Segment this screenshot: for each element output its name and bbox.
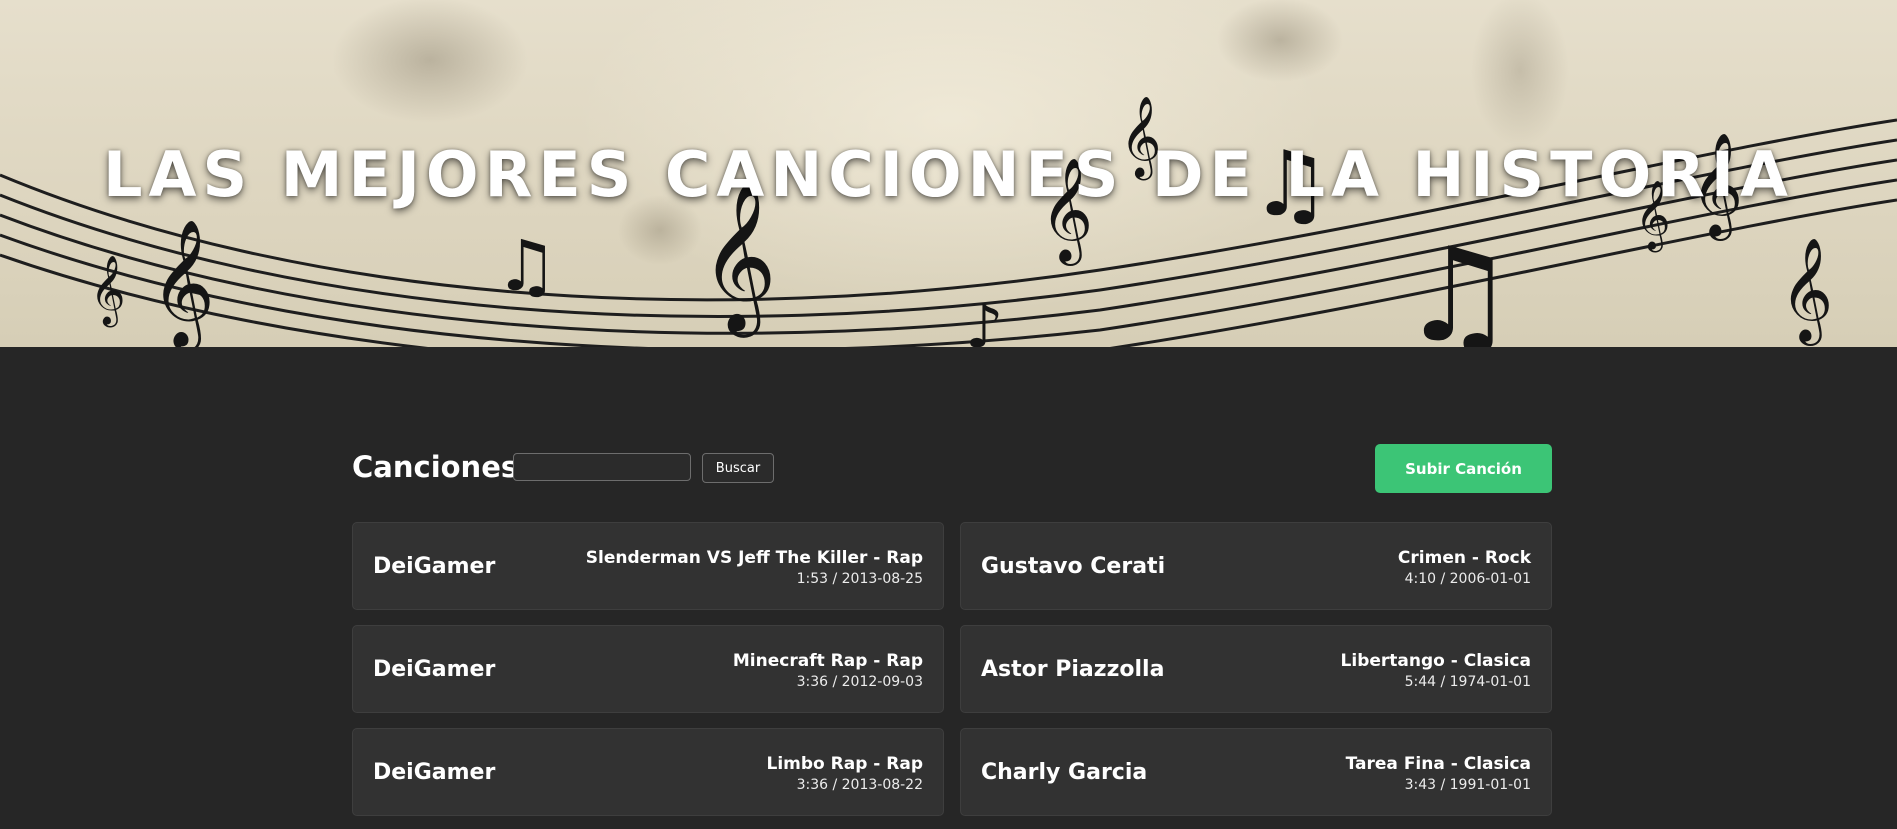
song-info: Limbo Rap - Rap 3:36 / 2013-08-22 xyxy=(767,753,924,795)
song-card[interactable]: DeiGamer Minecraft Rap - Rap 3:36 / 2012… xyxy=(352,625,944,713)
hero-title: LAS MEJORES CANCIONES DE LA HISTORIA xyxy=(103,138,1794,211)
beamed-notes-icon: ♫ xyxy=(495,225,558,307)
songs-toolbar: Canciones Buscar Subir Canción xyxy=(352,444,1552,494)
treble-clef-icon: 𝄞 xyxy=(150,218,215,347)
song-info: Minecraft Rap - Rap 3:36 / 2012-09-03 xyxy=(733,650,923,692)
song-meta: 1:53 / 2013-08-25 xyxy=(796,571,923,587)
song-meta: 5:44 / 1974-01-01 xyxy=(1404,674,1531,690)
song-meta: 3:43 / 1991-01-01 xyxy=(1404,777,1531,793)
song-info: Tarea Fina - Clasica 3:43 / 1991-01-01 xyxy=(1346,753,1531,795)
song-artist: Charly Garcia xyxy=(981,759,1148,785)
song-card[interactable]: Charly Garcia Tarea Fina - Clasica 3:43 … xyxy=(960,728,1552,816)
song-title: Slenderman VS Jeff The Killer - Rap xyxy=(585,548,923,568)
song-meta: 4:10 / 2006-01-01 xyxy=(1404,571,1531,587)
upload-song-button[interactable]: Subir Canción xyxy=(1375,444,1552,493)
song-info: Slenderman VS Jeff The Killer - Rap 1:53… xyxy=(586,547,923,589)
song-title: Minecraft Rap - Rap xyxy=(732,651,923,671)
song-title: Crimen - Rock xyxy=(1397,548,1531,568)
song-meta: 3:36 / 2012-09-03 xyxy=(796,674,923,690)
song-title: Tarea Fina - Clasica xyxy=(1345,754,1531,774)
song-card[interactable]: DeiGamer Limbo Rap - Rap 3:36 / 2013-08-… xyxy=(352,728,944,816)
treble-clef-icon: 𝄞 xyxy=(1780,237,1833,346)
treble-clef-icon: 𝄞 xyxy=(90,255,125,327)
song-artist: DeiGamer xyxy=(373,656,496,682)
songs-section: Canciones Buscar Subir Canción DeiGamer … xyxy=(352,444,1552,816)
eighth-note-icon: ♪ xyxy=(965,292,1003,347)
beamed-notes-icon: ♫ xyxy=(1400,219,1517,347)
song-artist: DeiGamer xyxy=(373,759,496,785)
search-button[interactable]: Buscar xyxy=(702,453,774,483)
song-info: Crimen - Rock 4:10 / 2006-01-01 xyxy=(1398,547,1531,589)
hero-banner: 𝄞 𝄞 𝄞 𝄞 𝄞 𝄞 𝄞 𝄞 ♫ ♫ ♫ ♪ LAS MEJORES CANC… xyxy=(0,0,1897,347)
song-artist: Gustavo Cerati xyxy=(981,553,1166,579)
page-title: Canciones xyxy=(352,450,519,484)
song-card[interactable]: Gustavo Cerati Crimen - Rock 4:10 / 2006… xyxy=(960,522,1552,610)
song-title: Limbo Rap - Rap xyxy=(766,754,924,774)
song-meta: 3:36 / 2013-08-22 xyxy=(796,777,923,793)
song-artist: DeiGamer xyxy=(373,553,496,579)
song-card[interactable]: Astor Piazzolla Libertango - Clasica 5:4… xyxy=(960,625,1552,713)
search-input[interactable] xyxy=(513,453,691,481)
song-info: Libertango - Clasica 5:44 / 1974-01-01 xyxy=(1341,650,1531,692)
song-artist: Astor Piazzolla xyxy=(981,656,1165,682)
song-card[interactable]: DeiGamer Slenderman VS Jeff The Killer -… xyxy=(352,522,944,610)
song-list: DeiGamer Slenderman VS Jeff The Killer -… xyxy=(352,522,1552,816)
song-title: Libertango - Clasica xyxy=(1340,651,1531,671)
